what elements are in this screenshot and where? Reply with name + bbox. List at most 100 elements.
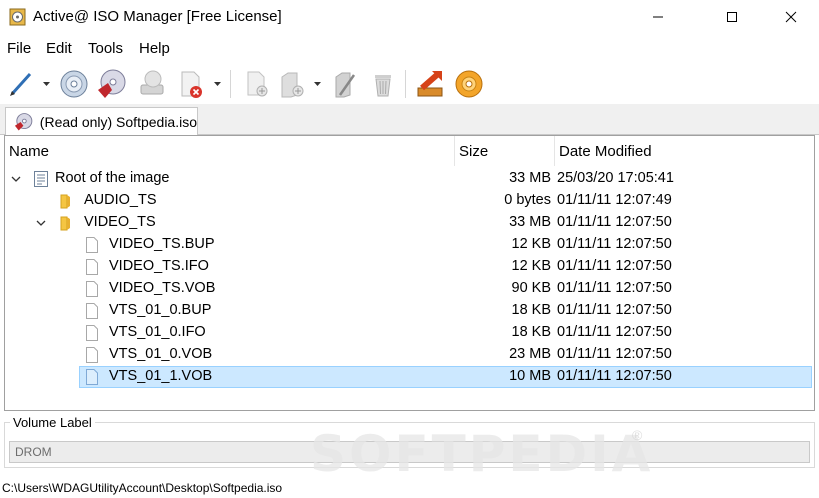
tree-row[interactable]: VIDEO_TS 33 MB 01/11/11 12:07:50 (5, 212, 814, 234)
add-file-icon (247, 71, 268, 97)
file-icon (86, 325, 98, 341)
tab-softpedia-iso[interactable]: (Read only) Softpedia.iso (5, 107, 198, 136)
row-date: 01/11/11 12:07:50 (557, 324, 672, 340)
burn-image-icon (98, 69, 126, 98)
file-icon (86, 237, 98, 253)
folder-icon (60, 194, 70, 209)
tree-row[interactable]: VIDEO_TS.BUP 12 KB 01/11/11 12:07:50 (5, 234, 814, 256)
row-size: 23 MB (509, 346, 551, 362)
row-size: 33 MB (509, 170, 551, 186)
row-date: 01/11/11 12:07:50 (557, 346, 672, 362)
close-icon (785, 11, 797, 23)
row-name: VTS_01_1.VOB (109, 368, 213, 384)
row-size: 0 bytes (504, 192, 551, 208)
rename-icon (335, 72, 356, 98)
folder-icon (60, 216, 70, 231)
row-name: Root of the image (55, 170, 170, 186)
row-name: VIDEO_TS.VOB (109, 280, 216, 296)
tree-row[interactable]: VIDEO_TS.IFO 12 KB 01/11/11 12:07:50 (5, 256, 814, 278)
row-date: 01/11/11 12:07:49 (557, 192, 672, 208)
minimize-icon (653, 16, 663, 18)
close-button[interactable] (768, 0, 814, 34)
row-name: VIDEO_TS.IFO (109, 258, 209, 274)
maximize-button[interactable] (709, 0, 755, 34)
column-header-date[interactable]: Date Modified (555, 136, 755, 166)
image-root-icon (34, 171, 48, 187)
new-image-dropdown-icon[interactable] (42, 80, 51, 88)
file-icon (86, 369, 98, 385)
column-header-date-label: Date Modified (559, 142, 652, 160)
file-icon (86, 303, 98, 319)
volume-label-caption: Volume Label (10, 415, 95, 430)
watermark-registered-mark: ® (632, 427, 643, 443)
row-name: VIDEO_TS.BUP (109, 236, 215, 252)
burn-image-button[interactable] (93, 66, 129, 102)
toolbar-separator (230, 70, 231, 98)
row-name: VTS_01_0.BUP (109, 302, 212, 318)
row-size: 33 MB (509, 214, 551, 230)
toolbar-separator (405, 70, 406, 98)
title-bar: Active@ ISO Manager [Free License] (0, 0, 819, 34)
write-disc-icon (455, 70, 483, 98)
column-header-size[interactable]: Size (455, 136, 555, 166)
tree-row-selected[interactable]: VTS_01_1.VOB 10 MB 01/11/11 12:07:50 (5, 366, 814, 388)
delete-icon (375, 75, 391, 97)
tree-row[interactable]: VTS_01_0.BUP 18 KB 01/11/11 12:07:50 (5, 300, 814, 322)
open-image-icon (60, 70, 88, 98)
minimize-button[interactable] (635, 0, 681, 34)
tab-strip: (Read only) Softpedia.iso (0, 104, 819, 136)
add-folder-dropdown-icon[interactable] (313, 80, 322, 88)
close-image-dropdown-icon[interactable] (213, 80, 222, 88)
file-icon (86, 347, 98, 363)
file-icon (86, 281, 98, 297)
new-image-button[interactable] (3, 66, 39, 102)
menu-file[interactable]: File (7, 40, 31, 57)
open-image-button[interactable] (56, 66, 92, 102)
toolbar (0, 64, 819, 104)
row-size: 12 KB (511, 236, 552, 252)
menu-tools[interactable]: Tools (88, 40, 123, 57)
row-date: 01/11/11 12:07:50 (557, 236, 672, 252)
chevron-down-icon[interactable] (35, 217, 47, 229)
row-date: 01/11/11 12:07:50 (557, 368, 672, 384)
close-image-button[interactable] (172, 66, 208, 102)
delete-button[interactable] (365, 66, 401, 102)
tree-row[interactable]: AUDIO_TS 0 bytes 01/11/11 12:07:49 (5, 190, 814, 212)
maximize-icon (727, 12, 737, 22)
tree-row[interactable]: VIDEO_TS.VOB 90 KB 01/11/11 12:07:50 (5, 278, 814, 300)
row-name: AUDIO_TS (84, 192, 157, 208)
column-header-name[interactable]: Name (5, 136, 455, 166)
row-size: 12 KB (511, 258, 552, 274)
chevron-down-icon[interactable] (10, 173, 22, 185)
menu-bar: File Edit Tools Help (0, 38, 819, 62)
new-image-icon (10, 72, 32, 96)
column-header-name-label: Name (9, 142, 50, 160)
rename-button[interactable] (327, 66, 363, 102)
tab-label: (Read only) Softpedia.iso (39, 114, 197, 130)
write-disc-button[interactable] (451, 66, 487, 102)
tree-row[interactable]: VTS_01_0.VOB 23 MB 01/11/11 12:07:50 (5, 344, 814, 366)
file-tree[interactable]: Name Size Date Modified Root of the imag… (4, 135, 815, 411)
extract-button[interactable] (134, 66, 170, 102)
add-folder-button[interactable] (274, 66, 310, 102)
app-icon (9, 8, 26, 26)
tree-row[interactable]: Root of the image 33 MB 25/03/20 17:05:4… (5, 168, 814, 190)
window-title: Active@ ISO Manager [Free License] (33, 8, 282, 25)
add-file-button[interactable] (238, 66, 274, 102)
add-folder-icon (281, 72, 304, 98)
row-date: 01/11/11 12:07:50 (557, 302, 672, 318)
row-size: 18 KB (511, 302, 552, 318)
row-size: 10 MB (509, 368, 551, 384)
volume-label-group: Volume Label (4, 415, 815, 468)
column-header-size-label: Size (459, 142, 489, 160)
menu-edit[interactable]: Edit (46, 40, 72, 57)
tree-row[interactable]: VTS_01_0.IFO 18 KB 01/11/11 12:07:50 (5, 322, 814, 344)
extract-icon (140, 70, 164, 95)
status-bar-path: C:\Users\WDAGUtilityAccount\Desktop\Soft… (2, 481, 283, 495)
row-name: VIDEO_TS (84, 214, 156, 230)
volume-label-input[interactable] (9, 441, 810, 463)
row-date: 01/11/11 12:07:50 (557, 214, 672, 230)
export-button[interactable] (412, 66, 448, 102)
row-size: 90 KB (511, 280, 552, 296)
menu-help[interactable]: Help (139, 40, 170, 57)
